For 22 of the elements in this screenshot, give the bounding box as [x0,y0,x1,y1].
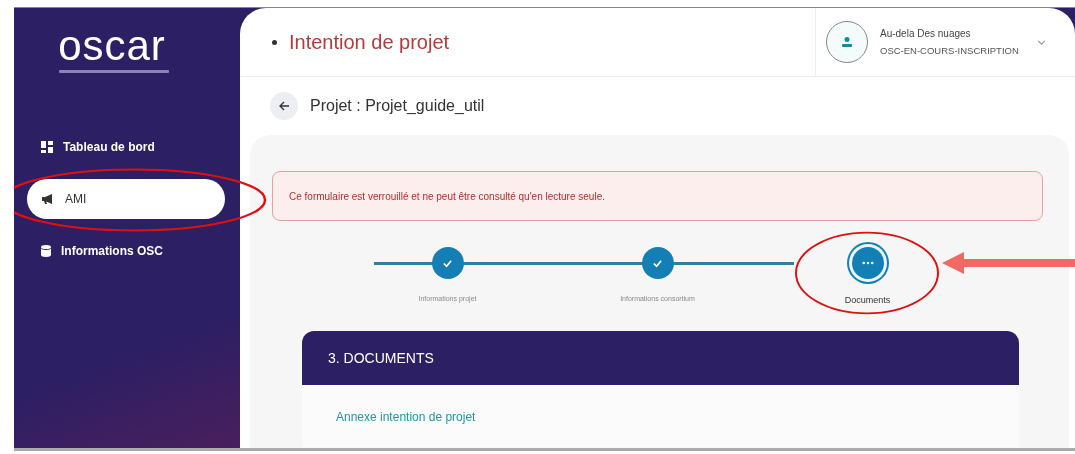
sidebar-item[interactable]: Informations OSC [27,237,211,265]
step-check-icon[interactable] [431,247,464,279]
user-name: Au-dela Des nuages [880,28,972,39]
step-label: Documents [844,295,891,305]
megaphone-icon [41,193,55,205]
dashboard-icon [41,141,53,153]
back-arrow-icon [278,100,290,112]
user-menu[interactable]: Au-dela Des nuages OSC-EN-COURS-INSCRIPTION [815,8,1075,76]
page-title: Intention de projet [289,30,450,54]
logo: oscar [57,21,167,68]
back-button[interactable] [270,92,298,120]
database-icon [41,245,51,257]
section-title: 3. DOCUMENTS [328,350,434,366]
caret-icon [1036,39,1046,45]
step-check-icon[interactable] [641,247,674,279]
user-status: OSC-EN-COURS-INSCRIPTION [880,45,1019,56]
project-title: Projet : Projet_guide_util [310,97,485,115]
bullet-icon [272,39,277,45]
sidebar-item[interactable]: Tableau de bord [27,133,211,161]
alert-message: Ce formulaire est verrouillé et ne peut être consulté qu'en lecture seule. [272,171,1043,221]
sidebar-item[interactable]: AMI [27,179,225,219]
avatar-icon [826,21,868,63]
